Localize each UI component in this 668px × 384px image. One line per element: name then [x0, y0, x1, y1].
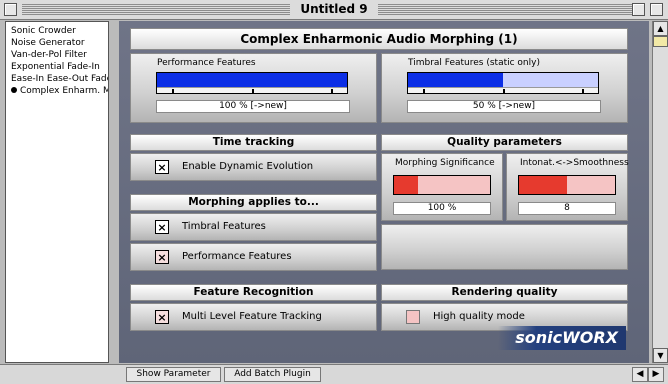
bottom-toolbar: Show Parameter Add Batch Plugin ◀ ▶ — [0, 364, 668, 384]
scroll-thumb[interactable] — [653, 36, 668, 47]
add-batch-plugin-button[interactable]: Add Batch Plugin — [224, 367, 321, 382]
multi-level-tracking-checkbox[interactable]: × — [155, 310, 169, 324]
scroll-left-icon[interactable]: ◀ — [632, 367, 648, 382]
morphing-significance-value: 100 % — [393, 202, 491, 215]
intonat-smoothness-label: Intonat.<->Smoothness — [520, 158, 629, 168]
scroll-up-icon[interactable]: ▲ — [653, 21, 668, 36]
rendering-quality-header: Rendering quality — [381, 284, 628, 301]
plugin-list[interactable]: Sonic Crowder Noise Generator Van-der-Po… — [5, 21, 109, 363]
list-item[interactable]: Exponential Fade-In — [6, 61, 108, 73]
time-tracking-box: × Enable Dynamic Evolution — [130, 153, 377, 181]
timbral-features-checkbox[interactable]: × — [155, 220, 169, 234]
enable-dynamic-evolution-checkbox[interactable]: × — [155, 160, 169, 174]
vertical-scrollbar[interactable]: ▲ ▼ — [652, 21, 668, 363]
scroll-down-icon[interactable]: ▼ — [653, 348, 668, 363]
morphing-applies-header: Morphing applies to... — [130, 194, 377, 211]
show-parameter-button[interactable]: Show Parameter — [126, 367, 221, 382]
enable-dynamic-evolution-label: Enable Dynamic Evolution — [182, 161, 314, 172]
performance-value: 100 % [->new] — [156, 100, 350, 113]
scroll-right-icon[interactable]: ▶ — [648, 367, 664, 382]
timbral-features-check-label: Timbral Features — [182, 221, 266, 232]
intonat-smoothness-box: Intonat.<->Smoothness 8 — [506, 153, 629, 221]
timbral-fill — [408, 73, 503, 87]
feature-recognition-header: Feature Recognition — [130, 284, 377, 301]
timbral-features-label: Timbral Features (static only) — [408, 58, 540, 68]
collapse-box-icon[interactable] — [650, 3, 663, 16]
high-quality-mode-checkbox[interactable] — [406, 310, 420, 324]
performance-fill — [157, 73, 347, 87]
morphing-significance-slider[interactable] — [393, 175, 491, 195]
list-item[interactable]: Ease-In Ease-Out Fade — [6, 73, 108, 85]
feature-recognition-box: × Multi Level Feature Tracking — [130, 303, 377, 331]
performance-features-box: Performance Features 100 % [->new] — [130, 53, 377, 123]
performance-features-check-label: Performance Features — [182, 251, 292, 262]
zoom-box-icon[interactable] — [632, 3, 645, 16]
list-item[interactable]: Sonic Crowder — [6, 25, 108, 37]
morphing-significance-fill — [394, 176, 418, 194]
high-quality-mode-label: High quality mode — [433, 311, 525, 322]
plugin-frame: Complex Enharmonic Audio Morphing (1) Pe… — [130, 28, 629, 352]
list-item[interactable]: Noise Generator — [6, 37, 108, 49]
list-item[interactable]: Van-der-Pol Filter — [6, 49, 108, 61]
time-tracking-header: Time tracking — [130, 134, 377, 151]
sonicworx-logo: sonicWORX — [498, 326, 626, 350]
window-title-bar[interactable]: Untitled 9 — [0, 0, 668, 20]
performance-features-checkbox[interactable]: × — [155, 250, 169, 264]
quality-empty-box — [381, 224, 628, 270]
performance-features-label: Performance Features — [157, 58, 256, 68]
morphing-significance-box: Morphing Significance 100 % — [381, 153, 503, 221]
timbral-features-row: × Timbral Features — [130, 213, 377, 241]
timbral-features-box: Timbral Features (static only) 50 % [->n… — [381, 53, 628, 123]
plugin-title: Complex Enharmonic Audio Morphing (1) — [130, 28, 628, 50]
performance-features-row: × Performance Features — [130, 243, 377, 271]
window-title: Untitled 9 — [290, 2, 378, 16]
timbral-features-slider[interactable] — [407, 72, 599, 94]
timbral-value: 50 % [->new] — [407, 100, 601, 113]
list-item-selected[interactable]: Complex Enharm. M — [6, 85, 108, 97]
morphing-significance-label: Morphing Significance — [395, 158, 495, 168]
selected-bullet-icon — [11, 87, 17, 93]
plugin-panel: Complex Enharmonic Audio Morphing (1) Pe… — [119, 21, 649, 363]
intonat-smoothness-fill — [519, 176, 567, 194]
performance-features-slider[interactable] — [156, 72, 348, 94]
multi-level-tracking-label: Multi Level Feature Tracking — [182, 311, 322, 322]
intonat-smoothness-value: 8 — [518, 202, 616, 215]
quality-parameters-header: Quality parameters — [381, 134, 628, 151]
intonat-smoothness-slider[interactable] — [518, 175, 616, 195]
